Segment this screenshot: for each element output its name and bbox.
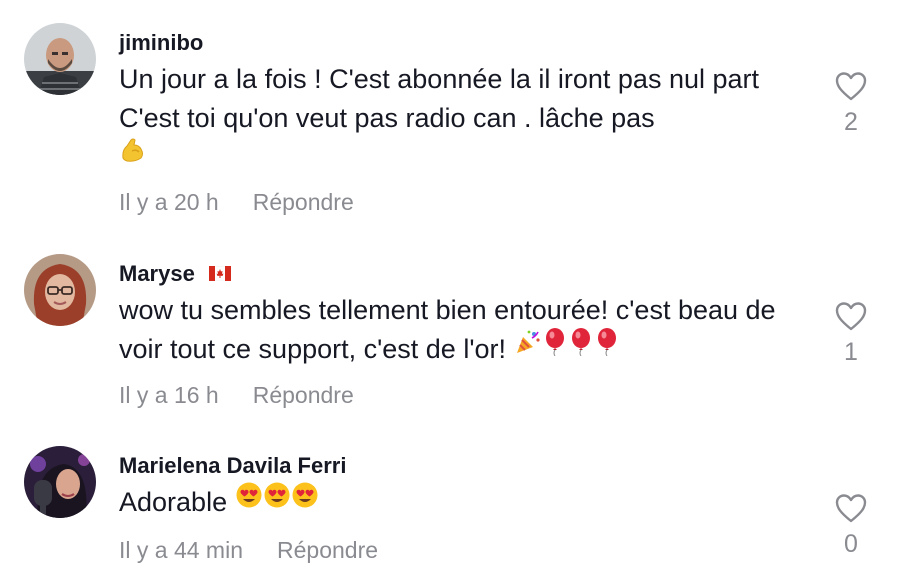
avatar[interactable] xyxy=(24,446,96,518)
heart-outline-icon xyxy=(835,72,867,101)
username-text: Maryse xyxy=(119,261,195,286)
reply-button[interactable]: Répondre xyxy=(253,189,354,215)
comment-text: Adorable xyxy=(119,481,799,522)
balloon-icon xyxy=(594,328,620,367)
balloon-icon xyxy=(542,328,568,367)
heart-outline-icon xyxy=(835,494,867,523)
reply-button[interactable]: Répondre xyxy=(253,382,354,408)
comment-meta: Il y a 20 h Répondre xyxy=(119,188,354,216)
like-count: 2 xyxy=(844,108,858,136)
heart-eyes-icon xyxy=(235,481,263,520)
comment-text: Un jour a la fois ! C'est abonnée la il … xyxy=(119,60,799,177)
comment-text: wow tu sembles tellement bien entourée! … xyxy=(119,291,799,369)
like-count: 0 xyxy=(844,530,858,558)
like-button[interactable]: 1 xyxy=(826,300,876,366)
comment-meta: Il y a 16 h Répondre xyxy=(119,381,354,409)
heart-outline-icon xyxy=(835,302,867,331)
balloon-icon xyxy=(568,328,594,367)
like-button[interactable]: 2 xyxy=(826,70,876,136)
username[interactable]: Marielena Davila Ferri xyxy=(119,453,346,479)
timestamp: Il y a 16 h xyxy=(119,382,219,408)
comment-text-content: Un jour a la fois ! C'est abonnée la il … xyxy=(119,64,760,133)
like-button[interactable]: 0 xyxy=(826,492,876,558)
comment-text-content: Adorable xyxy=(119,487,228,517)
reply-button[interactable]: Répondre xyxy=(277,537,378,563)
timestamp: Il y a 44 min xyxy=(119,537,243,563)
like-count: 1 xyxy=(844,338,858,366)
timestamp: Il y a 20 h xyxy=(119,189,219,215)
heart-eyes-icon xyxy=(291,481,319,520)
avatar[interactable] xyxy=(24,23,96,95)
flexed-biceps-icon xyxy=(119,136,147,175)
avatar[interactable] xyxy=(24,254,96,326)
heart-eyes-icon xyxy=(263,481,291,520)
canada-flag-icon xyxy=(208,261,232,287)
username[interactable]: Maryse xyxy=(119,261,232,287)
comment-text-content: wow tu sembles tellement bien entourée! … xyxy=(119,295,776,364)
party-popper-icon xyxy=(514,328,542,367)
username[interactable]: jiminibo xyxy=(119,30,203,56)
comment-meta: Il y a 44 min Répondre xyxy=(119,536,378,564)
